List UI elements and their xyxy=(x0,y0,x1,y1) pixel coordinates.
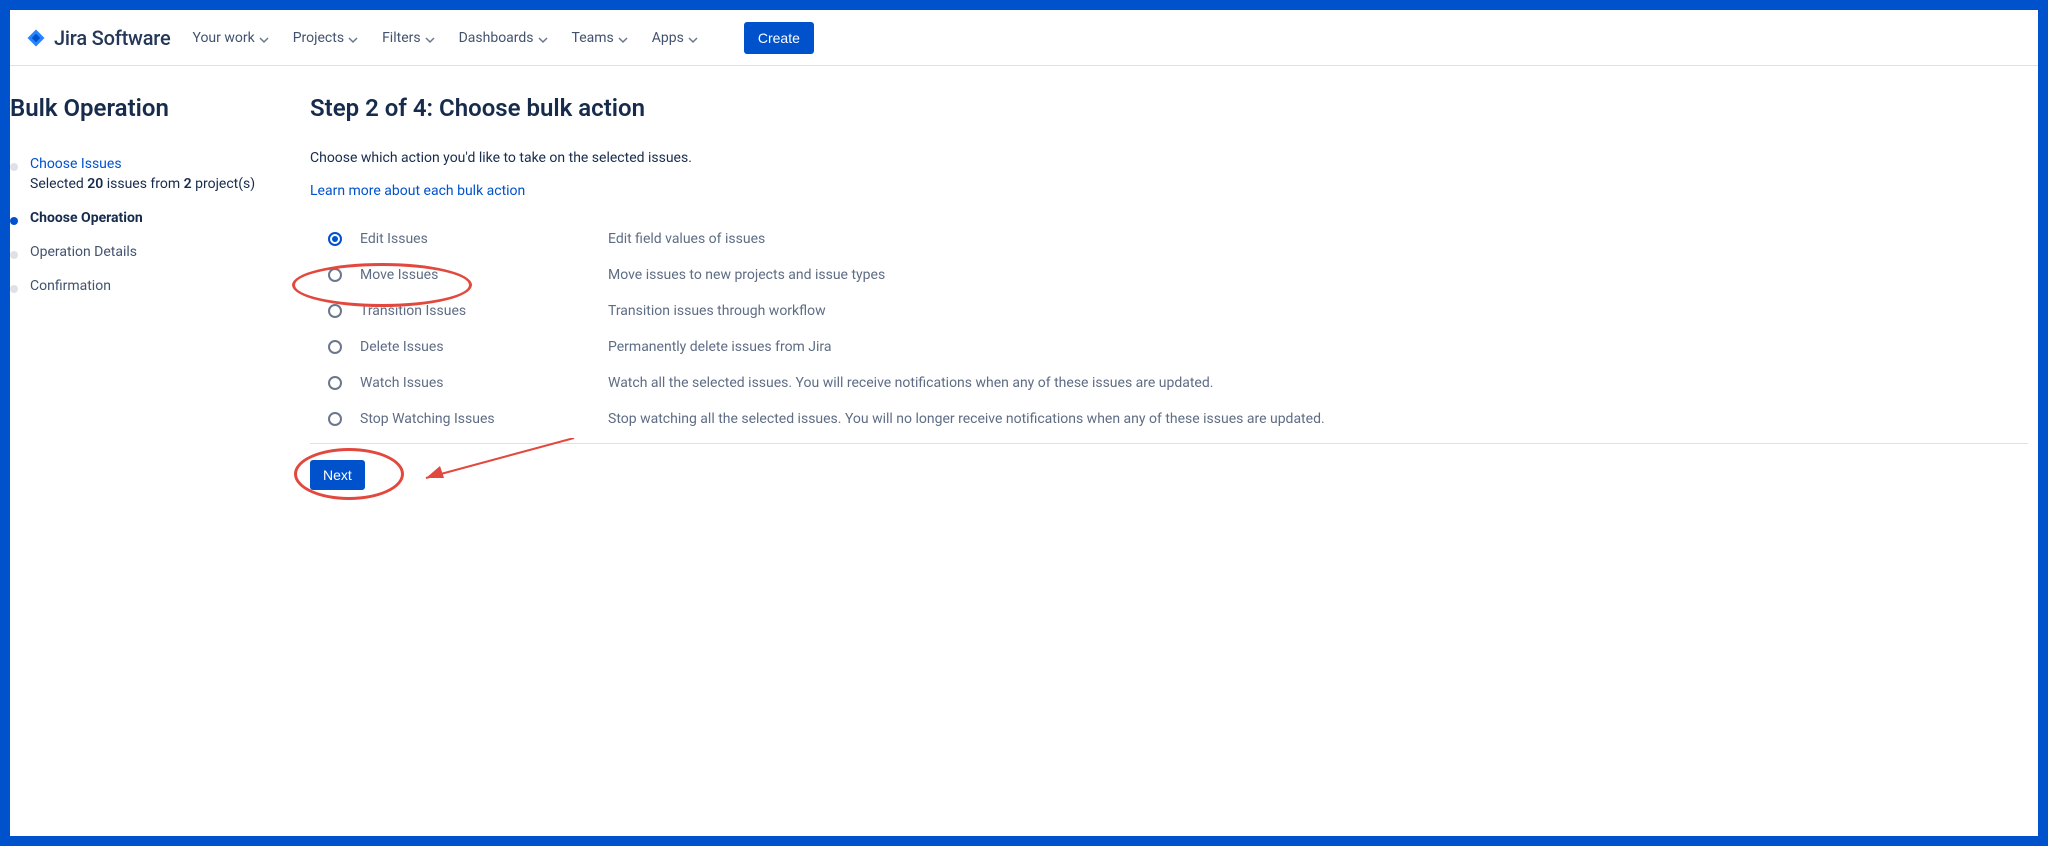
intro-text: Choose which action you'd like to take o… xyxy=(310,150,2028,166)
nav-dashboards[interactable]: Dashboards xyxy=(459,30,548,46)
step-dot-icon xyxy=(10,285,18,293)
radio-stop-watching-issues[interactable] xyxy=(328,412,342,426)
nav-items: Your work Projects Filters Dashboards xyxy=(192,22,813,54)
chevron-down-icon xyxy=(688,33,698,43)
nav-projects-label: Projects xyxy=(293,30,344,46)
footer: Next xyxy=(310,443,2028,508)
step-choose-operation: Choose Operation xyxy=(10,210,280,226)
top-nav: Jira Software Your work Projects Filters xyxy=(10,10,2038,66)
chevron-down-icon xyxy=(259,33,269,43)
app-frame: Jira Software Your work Projects Filters xyxy=(10,10,2038,836)
action-row-delete[interactable]: Delete Issues Permanently delete issues … xyxy=(310,329,2028,365)
action-desc-transition: Transition issues through workflow xyxy=(608,303,2028,319)
create-button[interactable]: Create xyxy=(744,22,814,54)
nav-your-work[interactable]: Your work xyxy=(192,30,268,46)
bulk-action-list: Edit Issues Edit field values of issues … xyxy=(310,221,2028,437)
step-confirmation: Confirmation xyxy=(10,278,280,294)
action-label-move: Move Issues xyxy=(350,267,608,283)
action-desc-delete: Permanently delete issues from Jira xyxy=(608,339,2028,355)
step-sub-project-count: 2 xyxy=(184,176,192,192)
chevron-down-icon xyxy=(425,33,435,43)
action-label-transition: Transition Issues xyxy=(350,303,608,319)
action-desc-move: Move issues to new projects and issue ty… xyxy=(608,267,2028,283)
main-panel: Step 2 of 4: Choose bulk action Choose w… xyxy=(298,66,2038,836)
nav-apps-label: Apps xyxy=(652,30,684,46)
step-operation-details: Operation Details xyxy=(10,244,280,260)
chevron-down-icon xyxy=(348,33,358,43)
action-row-watch[interactable]: Watch Issues Watch all the selected issu… xyxy=(310,365,2028,401)
learn-more-link[interactable]: Learn more about each bulk action xyxy=(310,183,525,199)
action-label-watch: Watch Issues xyxy=(350,375,608,391)
action-row-edit[interactable]: Edit Issues Edit field values of issues xyxy=(310,221,2028,257)
page-title: Step 2 of 4: Choose bulk action xyxy=(310,94,2028,122)
annotation-arrow-icon xyxy=(414,438,584,494)
step-choose-issues: Choose Issues Selected 20 issues from 2 … xyxy=(10,156,280,192)
step-sub-mid: issues from xyxy=(103,176,183,192)
product-logo-wrap[interactable]: Jira Software xyxy=(24,26,170,50)
sidebar: Bulk Operation Choose Issues Selected 20… xyxy=(10,66,298,836)
action-label-edit: Edit Issues xyxy=(350,231,608,247)
step-confirmation-label: Confirmation xyxy=(30,278,111,294)
content: Bulk Operation Choose Issues Selected 20… xyxy=(10,66,2038,836)
nav-projects[interactable]: Projects xyxy=(293,30,358,46)
next-button[interactable]: Next xyxy=(310,460,365,490)
product-name: Jira Software xyxy=(54,26,170,50)
step-sub-count: 20 xyxy=(87,176,103,192)
action-row-stop-watching[interactable]: Stop Watching Issues Stop watching all t… xyxy=(310,401,2028,437)
step-operation-details-label: Operation Details xyxy=(30,244,137,260)
action-desc-edit: Edit field values of issues xyxy=(608,231,2028,247)
step-dot-icon xyxy=(10,217,18,225)
chevron-down-icon xyxy=(538,33,548,43)
action-desc-stop: Stop watching all the selected issues. Y… xyxy=(608,411,2028,427)
jira-logo-icon xyxy=(24,26,48,50)
action-row-transition[interactable]: Transition Issues Transition issues thro… xyxy=(310,293,2028,329)
step-sub-prefix: Selected xyxy=(30,176,87,192)
radio-transition-issues[interactable] xyxy=(328,304,342,318)
sidebar-title: Bulk Operation xyxy=(10,94,280,122)
step-choose-operation-label: Choose Operation xyxy=(30,210,143,226)
action-label-stop: Stop Watching Issues xyxy=(350,411,608,427)
step-choose-issues-link[interactable]: Choose Issues xyxy=(30,156,255,172)
nav-apps[interactable]: Apps xyxy=(652,30,698,46)
nav-dashboards-label: Dashboards xyxy=(459,30,534,46)
radio-delete-issues[interactable] xyxy=(328,340,342,354)
wizard-steps: Choose Issues Selected 20 issues from 2 … xyxy=(10,156,280,294)
action-desc-watch: Watch all the selected issues. You will … xyxy=(608,375,2028,391)
radio-edit-issues[interactable] xyxy=(328,232,342,246)
nav-teams[interactable]: Teams xyxy=(572,30,628,46)
nav-filters[interactable]: Filters xyxy=(382,30,435,46)
step-choose-issues-sub: Selected 20 issues from 2 project(s) xyxy=(30,176,255,192)
nav-your-work-label: Your work xyxy=(192,30,254,46)
radio-move-issues[interactable] xyxy=(328,268,342,282)
nav-teams-label: Teams xyxy=(572,30,614,46)
step-dot-icon xyxy=(10,163,18,171)
action-row-move[interactable]: Move Issues Move issues to new projects … xyxy=(310,257,2028,293)
step-dot-icon xyxy=(10,251,18,259)
step-sub-suffix: project(s) xyxy=(192,176,256,192)
nav-filters-label: Filters xyxy=(382,30,421,46)
action-label-delete: Delete Issues xyxy=(350,339,608,355)
radio-watch-issues[interactable] xyxy=(328,376,342,390)
chevron-down-icon xyxy=(618,33,628,43)
